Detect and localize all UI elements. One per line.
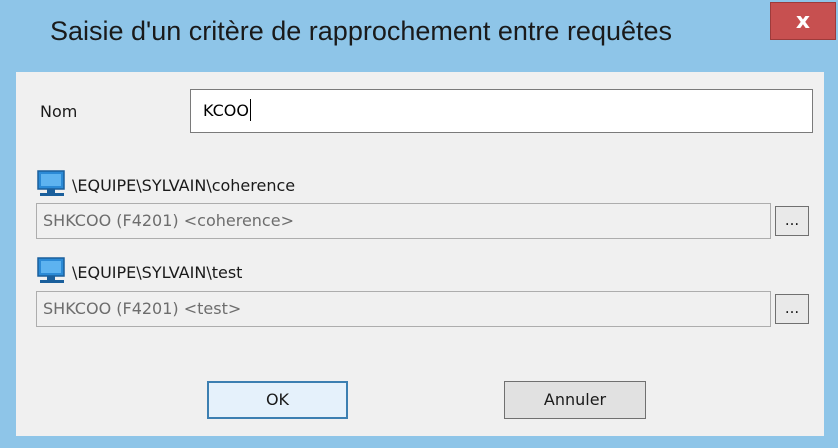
cancel-button[interactable]: Annuler <box>504 381 646 419</box>
title-bar[interactable]: Saisie d'un critère de rapprochement ent… <box>2 2 836 72</box>
dialog-body: Nom KCOO \EQUIPE\SYLVAIN\coherence SHKCO… <box>16 72 824 436</box>
ok-button[interactable]: OK <box>207 381 348 419</box>
name-label: Nom <box>40 102 78 121</box>
query-field-coherence[interactable]: SHKCOO (F4201) <coherence> <box>36 203 771 239</box>
browse-button-coherence[interactable]: ... <box>775 206 809 236</box>
text-caret <box>249 99 251 121</box>
query-field-test[interactable]: SHKCOO (F4201) <test> <box>36 291 771 327</box>
browse-button-test[interactable]: ... <box>775 294 809 324</box>
computer-icon <box>37 257 65 283</box>
name-input[interactable]: KCOO <box>190 89 813 133</box>
name-input-value: KCOO <box>203 101 249 120</box>
query-path-test: \EQUIPE\SYLVAIN\test <box>72 263 243 282</box>
computer-icon <box>37 170 65 196</box>
dialog-window: Saisie d'un critère de rapprochement ent… <box>0 0 838 448</box>
dialog-title: Saisie d'un critère de rapprochement ent… <box>50 16 673 46</box>
close-button[interactable]: x <box>770 2 836 40</box>
query-path-coherence: \EQUIPE\SYLVAIN\coherence <box>72 176 296 195</box>
